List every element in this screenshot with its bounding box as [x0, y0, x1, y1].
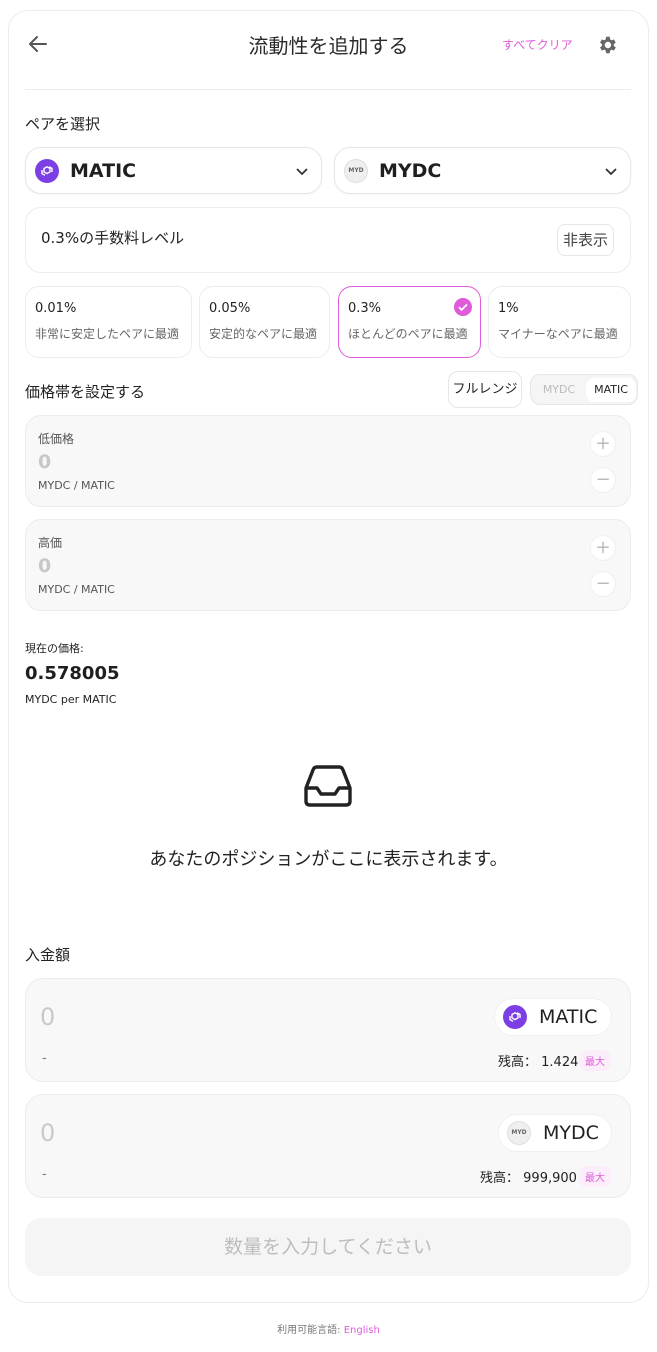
deposit-b-max-button[interactable]: 最大 [579, 1166, 611, 1187]
mydc-token-icon: MYD [507, 1121, 531, 1145]
fee-tier-1[interactable]: 1% マイナーなペアに最適 [488, 286, 631, 358]
fee-tier-0-01[interactable]: 0.01% 非常に安定したペアに最適 [25, 286, 192, 358]
high-price-decrement-button[interactable]: − [590, 571, 616, 597]
fee-tier-0-3[interactable]: 0.3% ほとんどのペアに最適 [338, 286, 481, 358]
deposit-a-input[interactable] [40, 1001, 340, 1033]
high-price-label: 高価 [38, 536, 63, 550]
check-icon [454, 298, 472, 316]
current-price-unit: MYDC per MATIC [25, 693, 117, 706]
positions-empty-text: あなたのポジションがここに表示されます。 [149, 849, 508, 870]
high-price-increment-button[interactable]: + [590, 535, 616, 561]
deposit-b-box: - MYD MYDC 残高： 999,900 最大 [25, 1094, 631, 1198]
toggle-mydc[interactable]: MYDC [534, 378, 584, 402]
gear-icon[interactable] [596, 34, 618, 56]
current-price-value: 0.578005 [25, 663, 120, 684]
hide-fee-tiers-button[interactable]: 非表示 [557, 224, 614, 256]
deposit-section-label: 入金額 [25, 946, 71, 964]
deposit-b-balance: 残高： 999,900 [480, 1171, 577, 1186]
deposit-a-max-button[interactable]: 最大 [579, 1050, 611, 1071]
base-token-toggle: MYDC MATIC [530, 374, 638, 405]
back-arrow-icon[interactable] [26, 32, 50, 56]
pair-section-label: ペアを選択 [25, 115, 101, 133]
fee-tier-0-05[interactable]: 0.05% 安定的なペアに最適 [199, 286, 330, 358]
submit-button[interactable]: 数量を入力してください [25, 1218, 631, 1276]
deposit-a-token-pill[interactable]: MATIC [494, 998, 612, 1036]
deposit-a-box: - MATIC 残高： 1.424 最大 [25, 978, 631, 1082]
language-link[interactable]: English [344, 1325, 380, 1336]
deposit-a-balance: 残高： 1.424 [498, 1055, 579, 1070]
low-price-decrement-button[interactable]: − [590, 467, 616, 493]
low-price-label: 低価格 [38, 432, 75, 446]
footer-language: 利用可能言語: English [277, 1325, 380, 1336]
clear-all-link[interactable]: すべてクリア [502, 36, 573, 53]
deposit-b-usd: - [42, 1167, 47, 1182]
mydc-token-icon: MYD [344, 159, 368, 183]
inbox-icon [304, 765, 352, 807]
high-price-value[interactable]: 0 [38, 555, 51, 577]
low-price-value[interactable]: 0 [38, 451, 51, 473]
range-section-label: 価格帯を設定する [25, 383, 146, 401]
token-a-select[interactable]: MATIC [25, 147, 322, 194]
high-price-box: 高価 0 MYDC / MATIC + − [25, 519, 631, 611]
low-price-unit: MYDC / MATIC [38, 479, 115, 492]
matic-token-icon [35, 159, 59, 183]
low-price-increment-button[interactable]: + [590, 431, 616, 457]
token-b-select[interactable]: MYD MYDC [334, 147, 631, 194]
header-divider [25, 89, 631, 90]
current-price-label: 現在の価格: [25, 642, 84, 655]
deposit-b-input[interactable] [40, 1117, 340, 1149]
toggle-matic[interactable]: MATIC [586, 378, 636, 402]
chevron-down-icon [296, 168, 308, 176]
deposit-a-usd: - [42, 1051, 47, 1066]
full-range-button[interactable]: フルレンジ [448, 371, 522, 408]
deposit-b-token-pill[interactable]: MYD MYDC [498, 1114, 612, 1152]
token-a-name: MATIC [70, 160, 137, 182]
fee-level-text: 0.3%の手数料レベル [41, 229, 185, 247]
low-price-box: 低価格 0 MYDC / MATIC + − [25, 415, 631, 507]
chevron-down-icon [605, 168, 617, 176]
token-b-name: MYDC [379, 160, 442, 182]
high-price-unit: MYDC / MATIC [38, 583, 115, 596]
matic-token-icon [503, 1005, 527, 1029]
